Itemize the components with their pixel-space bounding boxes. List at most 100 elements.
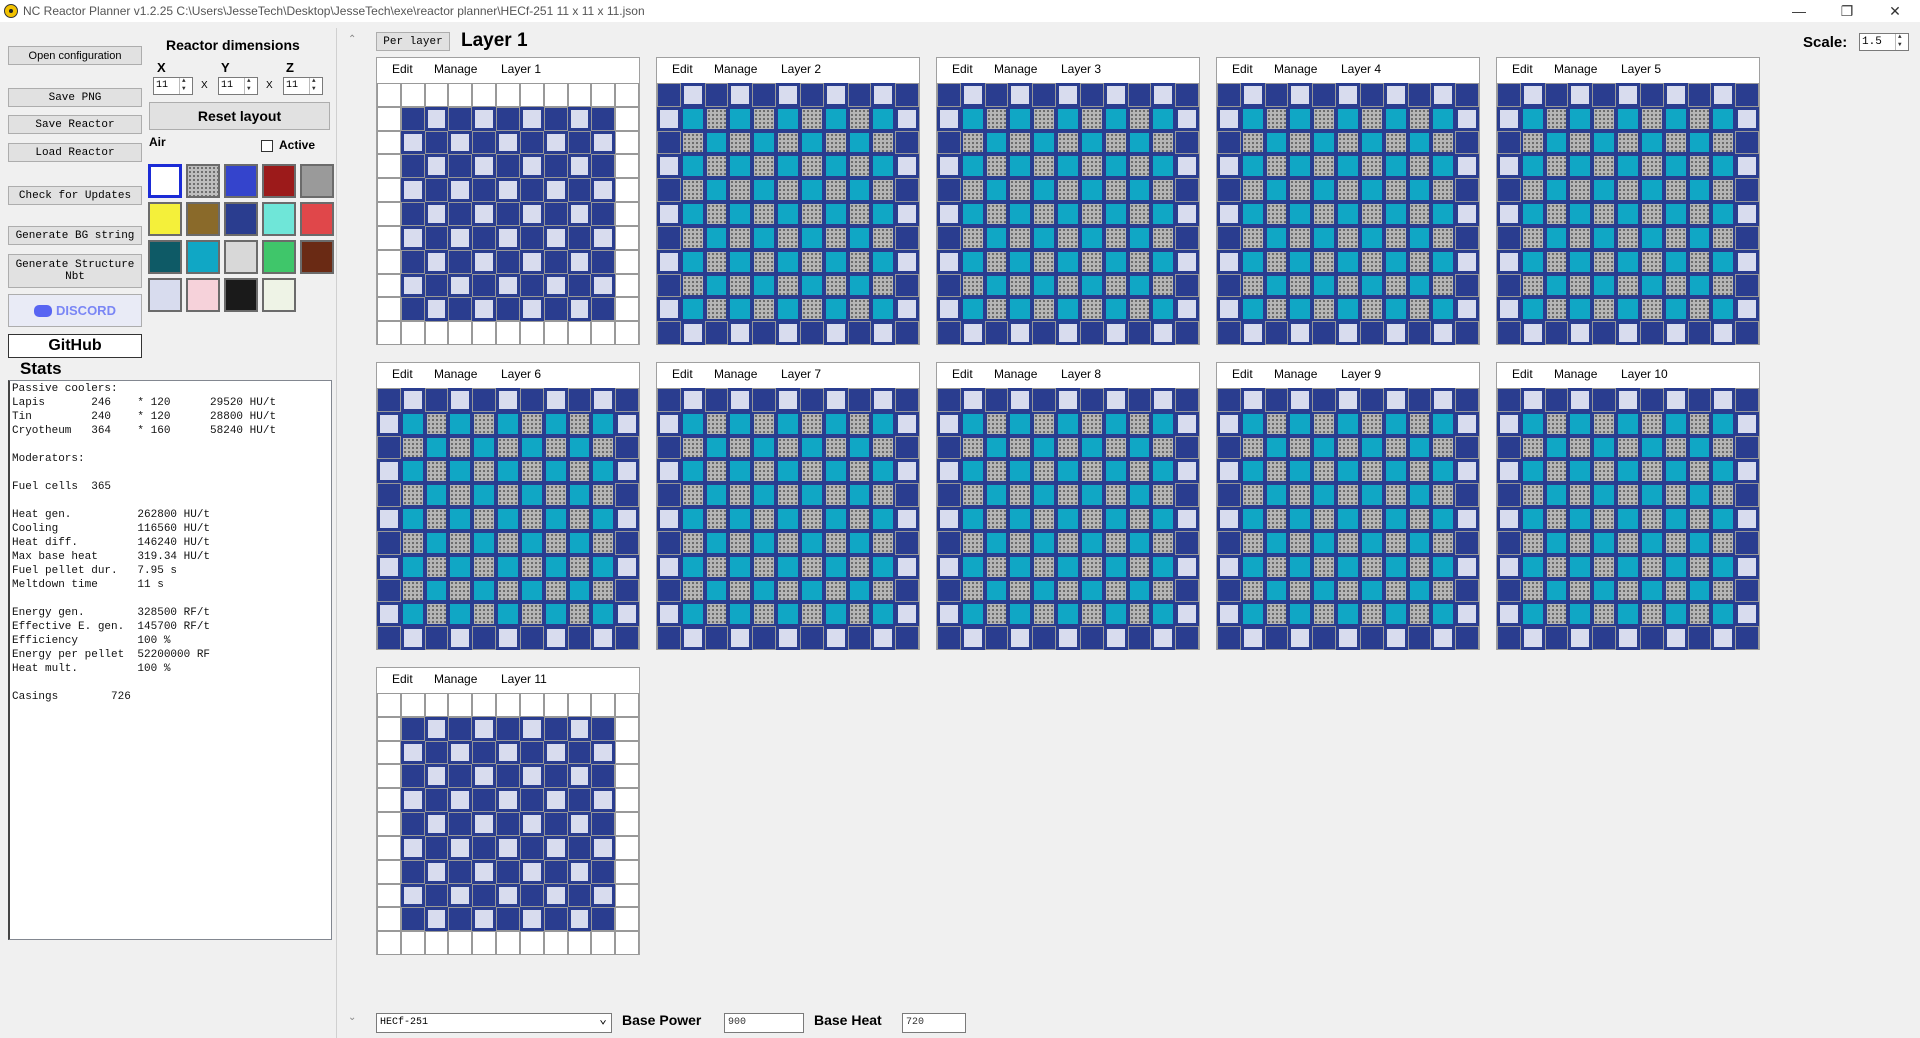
reactor-cell-cryo[interactable] [1711, 154, 1736, 179]
reactor-cell-tin[interactable] [1616, 626, 1640, 650]
reactor-cell-cell[interactable] [1592, 507, 1617, 531]
reactor-cell-cell[interactable] [400, 530, 425, 555]
reactor-cell-lapis[interactable] [519, 740, 544, 765]
reactor-cell-cryo[interactable] [776, 459, 800, 484]
reactor-cell-cell[interactable] [1079, 297, 1104, 322]
reactor-cell-cryo[interactable] [543, 602, 568, 627]
reactor-cell-cryo[interactable] [871, 554, 896, 579]
reactor-cell-cryo[interactable] [1079, 178, 1104, 203]
reactor-cell-cryo[interactable] [1687, 225, 1712, 250]
reactor-cell-cryo[interactable] [776, 554, 800, 579]
reactor-cell-cryo[interactable] [472, 578, 497, 603]
reactor-cell-cell[interactable] [472, 459, 497, 484]
reactor-cell-cell[interactable] [1616, 483, 1640, 508]
reactor-cell-lapis[interactable] [567, 388, 592, 412]
reactor-cell-cell[interactable] [1008, 435, 1033, 460]
reactor-cell-cryo[interactable] [984, 273, 1009, 298]
reactor-cell-lapis[interactable] [1497, 130, 1521, 155]
reactor-cell-tin[interactable] [1383, 321, 1408, 345]
reactor-cell-cell[interactable] [871, 578, 896, 603]
reactor-cell-lapis[interactable] [424, 388, 449, 412]
reactor-cell-tin[interactable] [1735, 554, 1759, 579]
reactor-cell-cryo[interactable] [1663, 154, 1688, 179]
reactor-cell-tin[interactable] [1288, 388, 1313, 412]
reactor-cell-cell[interactable] [519, 507, 544, 531]
reactor-cell-cell[interactable] [823, 273, 848, 298]
reactor-cell-cell[interactable] [1616, 130, 1640, 155]
reactor-cell-lapis[interactable] [1544, 626, 1569, 650]
reactor-cell-lapis[interactable] [496, 907, 520, 932]
reactor-cell-tin[interactable] [895, 249, 919, 274]
reactor-cell-cell[interactable] [1407, 249, 1432, 274]
reactor-cell-tin[interactable] [776, 321, 800, 345]
reactor-cell-cryo[interactable] [752, 578, 777, 603]
reactor-cell-cryo[interactable] [1663, 411, 1688, 436]
reactor-cell-tin[interactable] [937, 106, 961, 131]
reactor-cell-cryo[interactable] [1127, 578, 1152, 603]
reactor-cell-air[interactable] [400, 321, 425, 345]
reactor-cell-cell[interactable] [1079, 154, 1104, 179]
reactor-cell-cell[interactable] [1431, 435, 1456, 460]
reactor-cell-lapis[interactable] [1544, 388, 1569, 412]
reactor-cell-lapis[interactable] [1217, 626, 1241, 650]
reactor-cell-tin[interactable] [657, 554, 681, 579]
reactor-cell-lapis[interactable] [1217, 178, 1241, 203]
reactor-cell-cryo[interactable] [1288, 459, 1313, 484]
reactor-cell-tin[interactable] [591, 740, 616, 765]
reactor-cell-tin[interactable] [1151, 321, 1176, 345]
reactor-cell-cell[interactable] [680, 435, 705, 460]
reactor-cell-cell[interactable] [1383, 435, 1408, 460]
reactor-cell-cryo[interactable] [823, 297, 848, 322]
reactor-cell-lapis[interactable] [543, 812, 568, 836]
reactor-cell-lapis[interactable] [1592, 83, 1617, 107]
reactor-cell-cryo[interactable] [799, 178, 824, 203]
reactor-cell-cryo[interactable] [1008, 554, 1033, 579]
reactor-cell-cryo[interactable] [519, 530, 544, 555]
reactor-cell-air[interactable] [424, 83, 449, 107]
reactor-cell-lapis[interactable] [1032, 388, 1057, 412]
reactor-cell-tin[interactable] [472, 297, 497, 322]
reactor-cell-cryo[interactable] [1151, 459, 1176, 484]
reactor-cell-cryo[interactable] [728, 554, 753, 579]
reactor-cell-lapis[interactable] [519, 788, 544, 813]
reactor-cell-tin[interactable] [615, 507, 639, 531]
reactor-cell-lapis[interactable] [657, 388, 681, 412]
reactor-cell-cryo[interactable] [567, 530, 592, 555]
reactor-cell-tin[interactable] [567, 106, 592, 131]
reactor-cell-cryo[interactable] [1288, 249, 1313, 274]
reactor-cell-cryo[interactable] [984, 483, 1009, 508]
reactor-cell-tin[interactable] [377, 507, 401, 531]
reactor-cell-cryo[interactable] [1616, 554, 1640, 579]
reactor-cell-tin[interactable] [448, 130, 473, 155]
palette-beryllium-moderator[interactable] [262, 278, 296, 312]
reactor-cell-cell[interactable] [1431, 225, 1456, 250]
reactor-cell-tin[interactable] [1455, 154, 1479, 179]
reactor-cell-lapis[interactable] [752, 83, 777, 107]
reactor-cell-cryo[interactable] [1520, 602, 1545, 627]
scale-stepper[interactable]: 1.5 [1859, 33, 1909, 51]
reactor-cell-tin[interactable] [567, 764, 592, 789]
reactor-cell-lapis[interactable] [1497, 530, 1521, 555]
reactor-cell-air[interactable] [615, 225, 639, 250]
reactor-cell-cell[interactable] [543, 483, 568, 508]
reactor-cell-cryo[interactable] [752, 435, 777, 460]
reactor-cell-cell[interactable] [728, 178, 753, 203]
reactor-cell-cryo[interactable] [496, 411, 520, 436]
reactor-cell-lapis[interactable] [1217, 130, 1241, 155]
reactor-cell-cryo[interactable] [1151, 602, 1176, 627]
reactor-cell-cryo[interactable] [1568, 154, 1593, 179]
reactor-cell-cell[interactable] [1359, 554, 1384, 579]
reactor-cell-lapis[interactable] [1175, 578, 1199, 603]
reactor-cell-cryo[interactable] [871, 106, 896, 131]
reactor-cell-cell[interactable] [1639, 411, 1664, 436]
reactor-cell-cell[interactable] [1288, 130, 1313, 155]
reactor-cell-cell[interactable] [1711, 273, 1736, 298]
layer-edit-tab[interactable]: Edit [952, 62, 973, 76]
reactor-cell-lapis[interactable] [1455, 578, 1479, 603]
reactor-cell-cell[interactable] [1544, 154, 1569, 179]
layer-edit-tab[interactable]: Edit [1232, 367, 1253, 381]
reactor-cell-cell[interactable] [1151, 273, 1176, 298]
reactor-cell-lapis[interactable] [895, 321, 919, 345]
reactor-cell-cell[interactable] [519, 554, 544, 579]
reactor-cell-air[interactable] [615, 764, 639, 789]
